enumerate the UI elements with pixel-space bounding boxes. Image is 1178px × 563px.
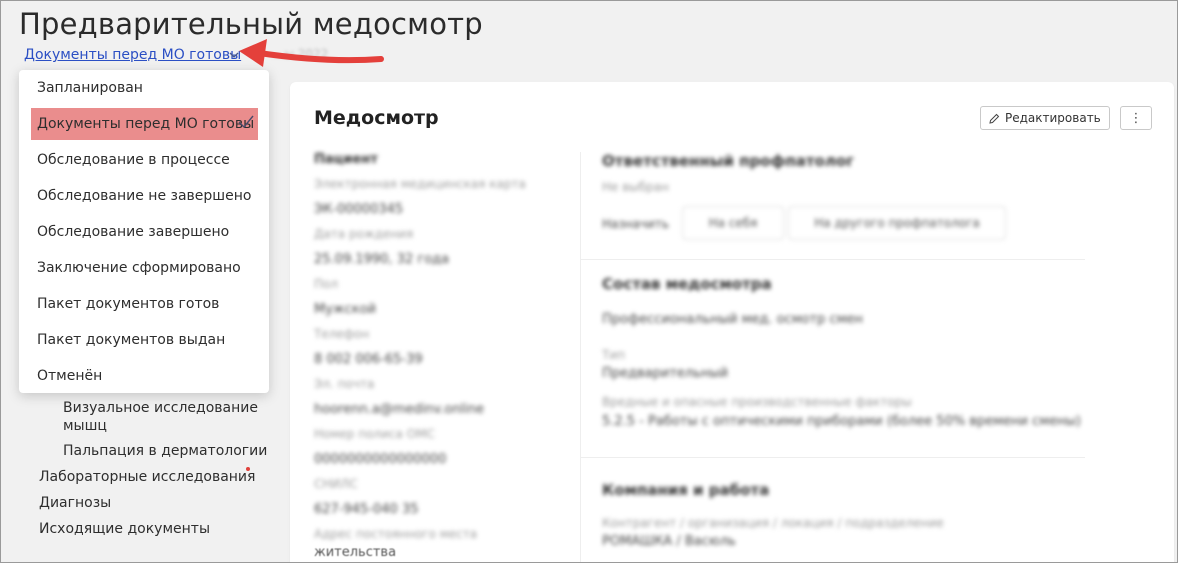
sidebar-item-palpation[interactable]: Пальпация в дерматологии [63,442,267,460]
birth-value: 25.09.1990, 32 года [314,252,450,267]
section-divider [580,457,1085,458]
status-option-not-completed[interactable]: Обследование не завершено [19,180,269,212]
composition-title: Состав медосмотра [602,275,772,293]
status-option-conclusion[interactable]: Заключение сформировано [19,252,269,284]
exam-card: Медосмотр Редактировать ⋮ Пациент Электр… [290,82,1174,562]
responsible-value: Не выбран [602,180,669,194]
factors-value: 5.2.5 - Работы с оптическими приборами (… [602,414,1081,429]
sidebar-item-muscle-visual[interactable]: Визуальное исследование мышц [63,399,263,435]
card-title: Медосмотр [314,107,439,129]
oms-value: 0000000000000000 [314,452,447,467]
sidebar-item-outgoing-docs[interactable]: Исходящие документы [39,520,210,538]
type-value: Предварительный [602,366,729,381]
edit-button[interactable]: Редактировать [980,106,1110,130]
phone-value: 8 002 006-65-39 [314,352,423,367]
assign-self-button[interactable]: На себя [682,206,784,240]
pencil-icon [989,113,1000,124]
page-title: Предварительный медосмотр [19,7,483,41]
assign-other-button[interactable]: На другого профпатолога [788,206,1006,240]
sidebar-item-lab[interactable]: Лабораторные исследования [39,468,255,486]
email-value: hoorenn.a@medinv.online [314,402,485,417]
birth-label: Дата рождения [314,227,414,241]
emk-label: Электронная медицинская карта [314,177,526,191]
patient-info: Пациент Электронная медицинская карта ЭК… [314,152,564,552]
composition-value: Профессиональный мед. осмотр смен [602,312,863,327]
phone-label: Телефон [314,327,370,341]
patient-label: Пациент [314,152,378,167]
company-label: Контрагент / организация / локация / под… [602,516,944,530]
status-option-package-issued[interactable]: Пакет документов выдан [19,324,269,356]
checkmark-icon [238,115,254,129]
type-label: Тип [602,348,625,362]
status-option-docs-ready[interactable]: Документы перед МО готовы [31,108,258,140]
responsible-title: Ответственный профпатолог [602,152,854,170]
factors-label: Вредные и опасные производственные факто… [602,395,912,409]
status-dropdown-menu: Запланирован Документы перед МО готовы О… [19,70,269,393]
status-option-planned[interactable]: Запланирован [19,72,269,104]
status-option-package-ready[interactable]: Пакет документов готов [19,288,269,320]
notification-dot [246,467,250,471]
column-divider [580,152,581,562]
status-option-docs-ready-label: Документы перед МО готовы [37,116,255,132]
address-tail: жительства [314,545,397,560]
snils-label: СНИЛС [314,477,358,491]
sex-value: Мужской [314,302,377,317]
email-label: Эл. почта [314,377,375,391]
app-window: Предварительный медосмотр Документы пере… [0,0,1178,563]
section-divider [580,259,1085,260]
sex-label: Пол [314,277,339,291]
status-option-cancelled[interactable]: Отменён [19,360,269,392]
status-option-in-progress[interactable]: Обследование в процессе [19,144,269,176]
sidebar-item-diagnoses[interactable]: Диагнозы [39,494,111,512]
more-options-button[interactable]: ⋮ [1120,106,1152,130]
status-dropdown-link[interactable]: Документы перед МО готовы [24,47,241,63]
snils-value: 627-945-040 35 [314,502,419,517]
company-value: РОМАШКА / Васюль [602,534,736,549]
emk-value: ЭК-00000345 [314,202,404,217]
assign-label: Назначить [602,217,669,231]
company-title: Компания и работа [602,481,770,499]
status-option-completed[interactable]: Обследование завершено [19,216,269,248]
oms-label: Номер полиса ОМС [314,427,435,441]
edit-button-label: Редактировать [1005,111,1101,125]
